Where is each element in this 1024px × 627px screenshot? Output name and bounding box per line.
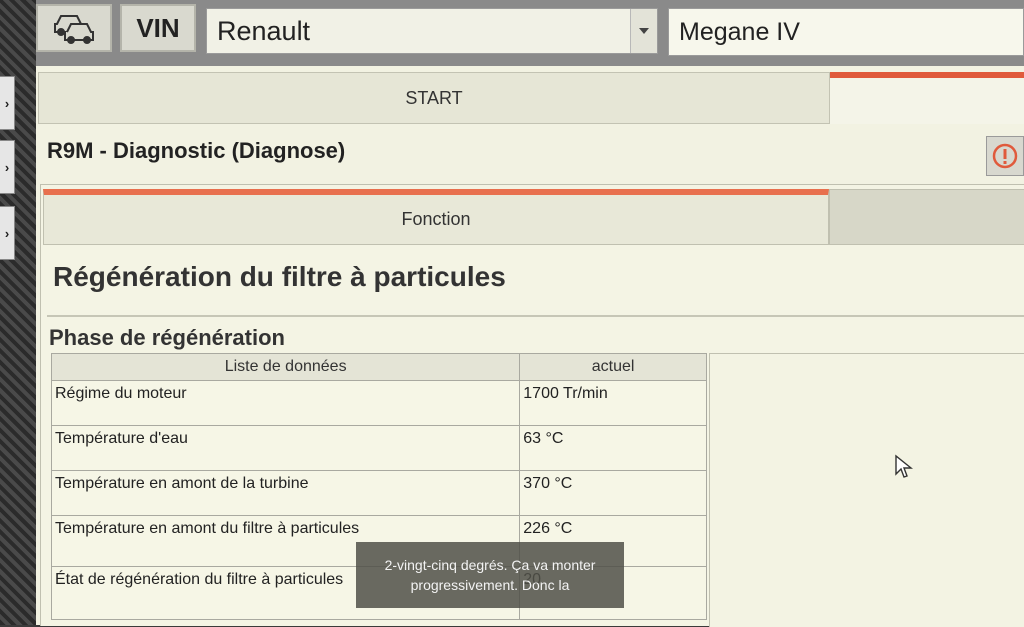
table-row[interactable]: Température en amont de la turbine 370 °… xyxy=(50,470,707,516)
make-select[interactable]: Renault xyxy=(206,8,658,54)
row-label: Température en amont de la turbine xyxy=(50,470,521,516)
make-select-value: Renault xyxy=(217,15,311,46)
table-row[interactable]: Température d'eau 63 °C xyxy=(50,425,707,471)
side-expand-button-3[interactable]: › xyxy=(0,206,15,260)
subtitle-text: 2-vingt-cinq degrés. Ça va monter progre… xyxy=(384,557,596,593)
row-label: Température d'eau xyxy=(50,425,521,471)
tab-start[interactable]: START xyxy=(38,72,830,124)
vin-button-label: VIN xyxy=(136,12,180,43)
row-value: 63 °C xyxy=(519,425,707,471)
model-field[interactable]: Megane IV xyxy=(668,8,1024,56)
side-expand-button-2[interactable]: › xyxy=(0,140,15,194)
ecu-title: R9M - Diagnostic (Diagnose) xyxy=(47,138,346,163)
tab-start-label: START xyxy=(405,87,463,108)
row-value: 1700 Tr/min xyxy=(519,380,707,426)
row-label: Régime du moteur xyxy=(50,380,521,426)
phase-title: Phase de régénération xyxy=(49,325,285,350)
tab-fonction[interactable]: Fonction xyxy=(43,189,829,245)
row-value: 370 °C xyxy=(519,470,707,516)
side-expand-button-1[interactable]: › xyxy=(0,76,15,130)
info-button[interactable] xyxy=(986,136,1024,176)
mouse-cursor-icon xyxy=(895,454,913,478)
table-row[interactable]: Régime du moteur 1700 Tr/min xyxy=(50,380,707,426)
column-header-current: actuel xyxy=(519,353,707,381)
chevron-right-icon: › xyxy=(4,95,10,111)
chevron-right-icon: › xyxy=(4,159,10,175)
car-list-icon xyxy=(54,15,94,44)
function-title: Régénération du filtre à particules xyxy=(53,261,506,292)
model-field-value: Megane IV xyxy=(679,17,800,46)
chevron-down-icon[interactable] xyxy=(630,9,657,53)
column-header-data-list: Liste de données xyxy=(50,353,521,381)
alert-info-icon xyxy=(992,143,1018,169)
vehicle-list-button[interactable] xyxy=(36,4,112,52)
vin-button[interactable]: VIN xyxy=(120,4,196,52)
graph-area xyxy=(709,353,1024,627)
video-subtitle: 2-vingt-cinq degrés. Ça va monter progre… xyxy=(356,542,624,608)
tab-secondary[interactable] xyxy=(829,189,1024,245)
tab-fonction-label: Fonction xyxy=(401,209,471,229)
chevron-right-icon: › xyxy=(4,225,10,241)
divider xyxy=(47,315,1024,317)
tab-start-active-indicator xyxy=(830,72,1024,124)
